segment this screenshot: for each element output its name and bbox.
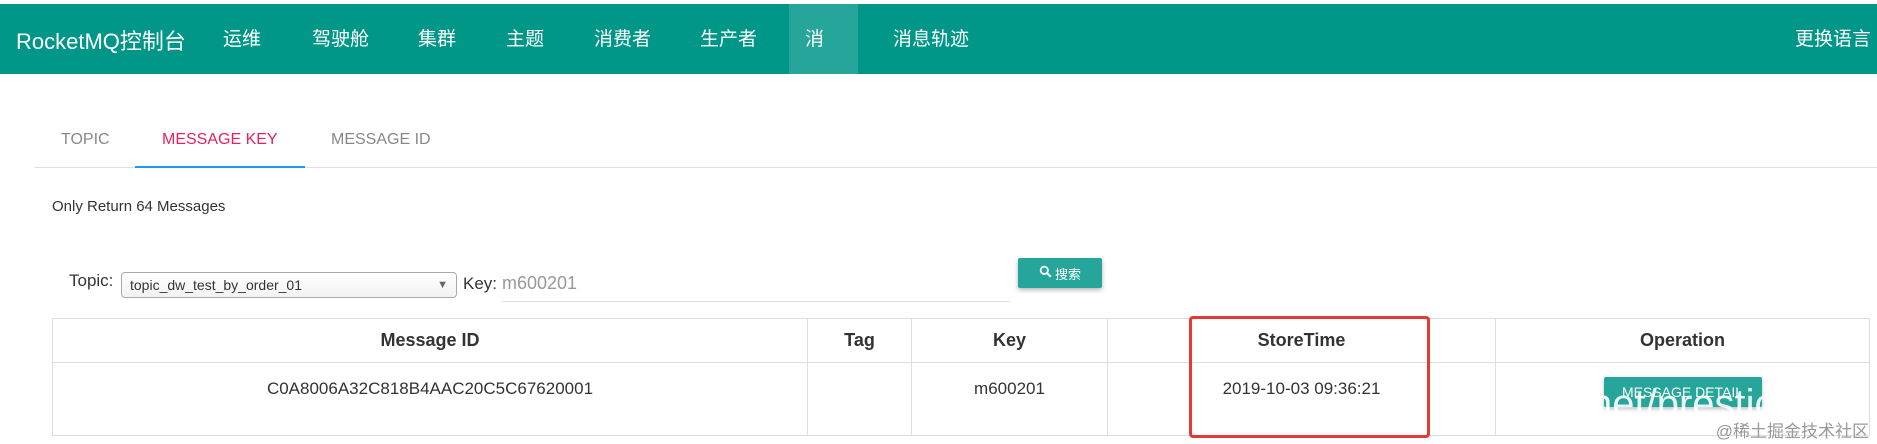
- result-limit-info: Only Return 64 Messages: [52, 198, 226, 215]
- cell-key: m600201: [911, 362, 1108, 436]
- header-message-id: Message ID: [52, 318, 808, 363]
- table-header-row: Message ID Tag Key StoreTime Operation: [52, 318, 1870, 363]
- top-navbar: RocketMQ控制台 运维 驾驶舱 集群 主题 消费者 生产者 消息 消息轨迹…: [0, 4, 1877, 122]
- search-icon: [1039, 265, 1052, 281]
- tab-message-key[interactable]: MESSAGE KEY: [135, 122, 305, 168]
- topic-select-value: topic_dw_test_by_order_01: [130, 277, 303, 293]
- nav-item-message-trace[interactable]: 消息轨迹: [873, 4, 989, 74]
- query-tabs: TOPIC MESSAGE KEY MESSAGE ID: [34, 122, 1877, 168]
- topic-label: Topic:: [69, 271, 114, 290]
- nav-item-producer[interactable]: 生产者: [680, 4, 777, 74]
- search-button-label: 搜索: [1054, 266, 1081, 282]
- key-label: Key:: [463, 274, 498, 293]
- cell-tag: [807, 362, 912, 436]
- red-highlight-box: [1189, 316, 1430, 438]
- search-button[interactable]: 搜索: [1018, 258, 1102, 288]
- cell-message-id: C0A8006A32C818B4AAC20C5C67620001: [52, 362, 808, 436]
- nav-item-ops[interactable]: 运维: [203, 4, 281, 74]
- header-operation: Operation: [1495, 318, 1870, 363]
- tab-topic[interactable]: TOPIC: [34, 122, 137, 168]
- nav-item-cluster[interactable]: 集群: [398, 4, 476, 74]
- header-key: Key: [911, 318, 1108, 363]
- nav-item-message[interactable]: 消息: [789, 4, 858, 122]
- topic-select[interactable]: topic_dw_test_by_order_01 ▼: [121, 272, 457, 298]
- key-input[interactable]: [502, 266, 1010, 302]
- header-tag: Tag: [807, 318, 912, 363]
- nav-item-dashboard[interactable]: 驾驶舱: [292, 4, 389, 74]
- tab-message-id[interactable]: MESSAGE ID: [304, 122, 458, 168]
- nav-item-consumer[interactable]: 消费者: [574, 4, 671, 74]
- brand-title[interactable]: RocketMQ控制台: [16, 24, 186, 56]
- change-language-button[interactable]: 更换语言: [1795, 24, 1871, 51]
- watermark-site: @稀土掘金技术社区: [1715, 422, 1869, 441]
- nav-item-topic[interactable]: 主题: [486, 4, 564, 74]
- triangle-down-icon: ▼: [437, 279, 448, 291]
